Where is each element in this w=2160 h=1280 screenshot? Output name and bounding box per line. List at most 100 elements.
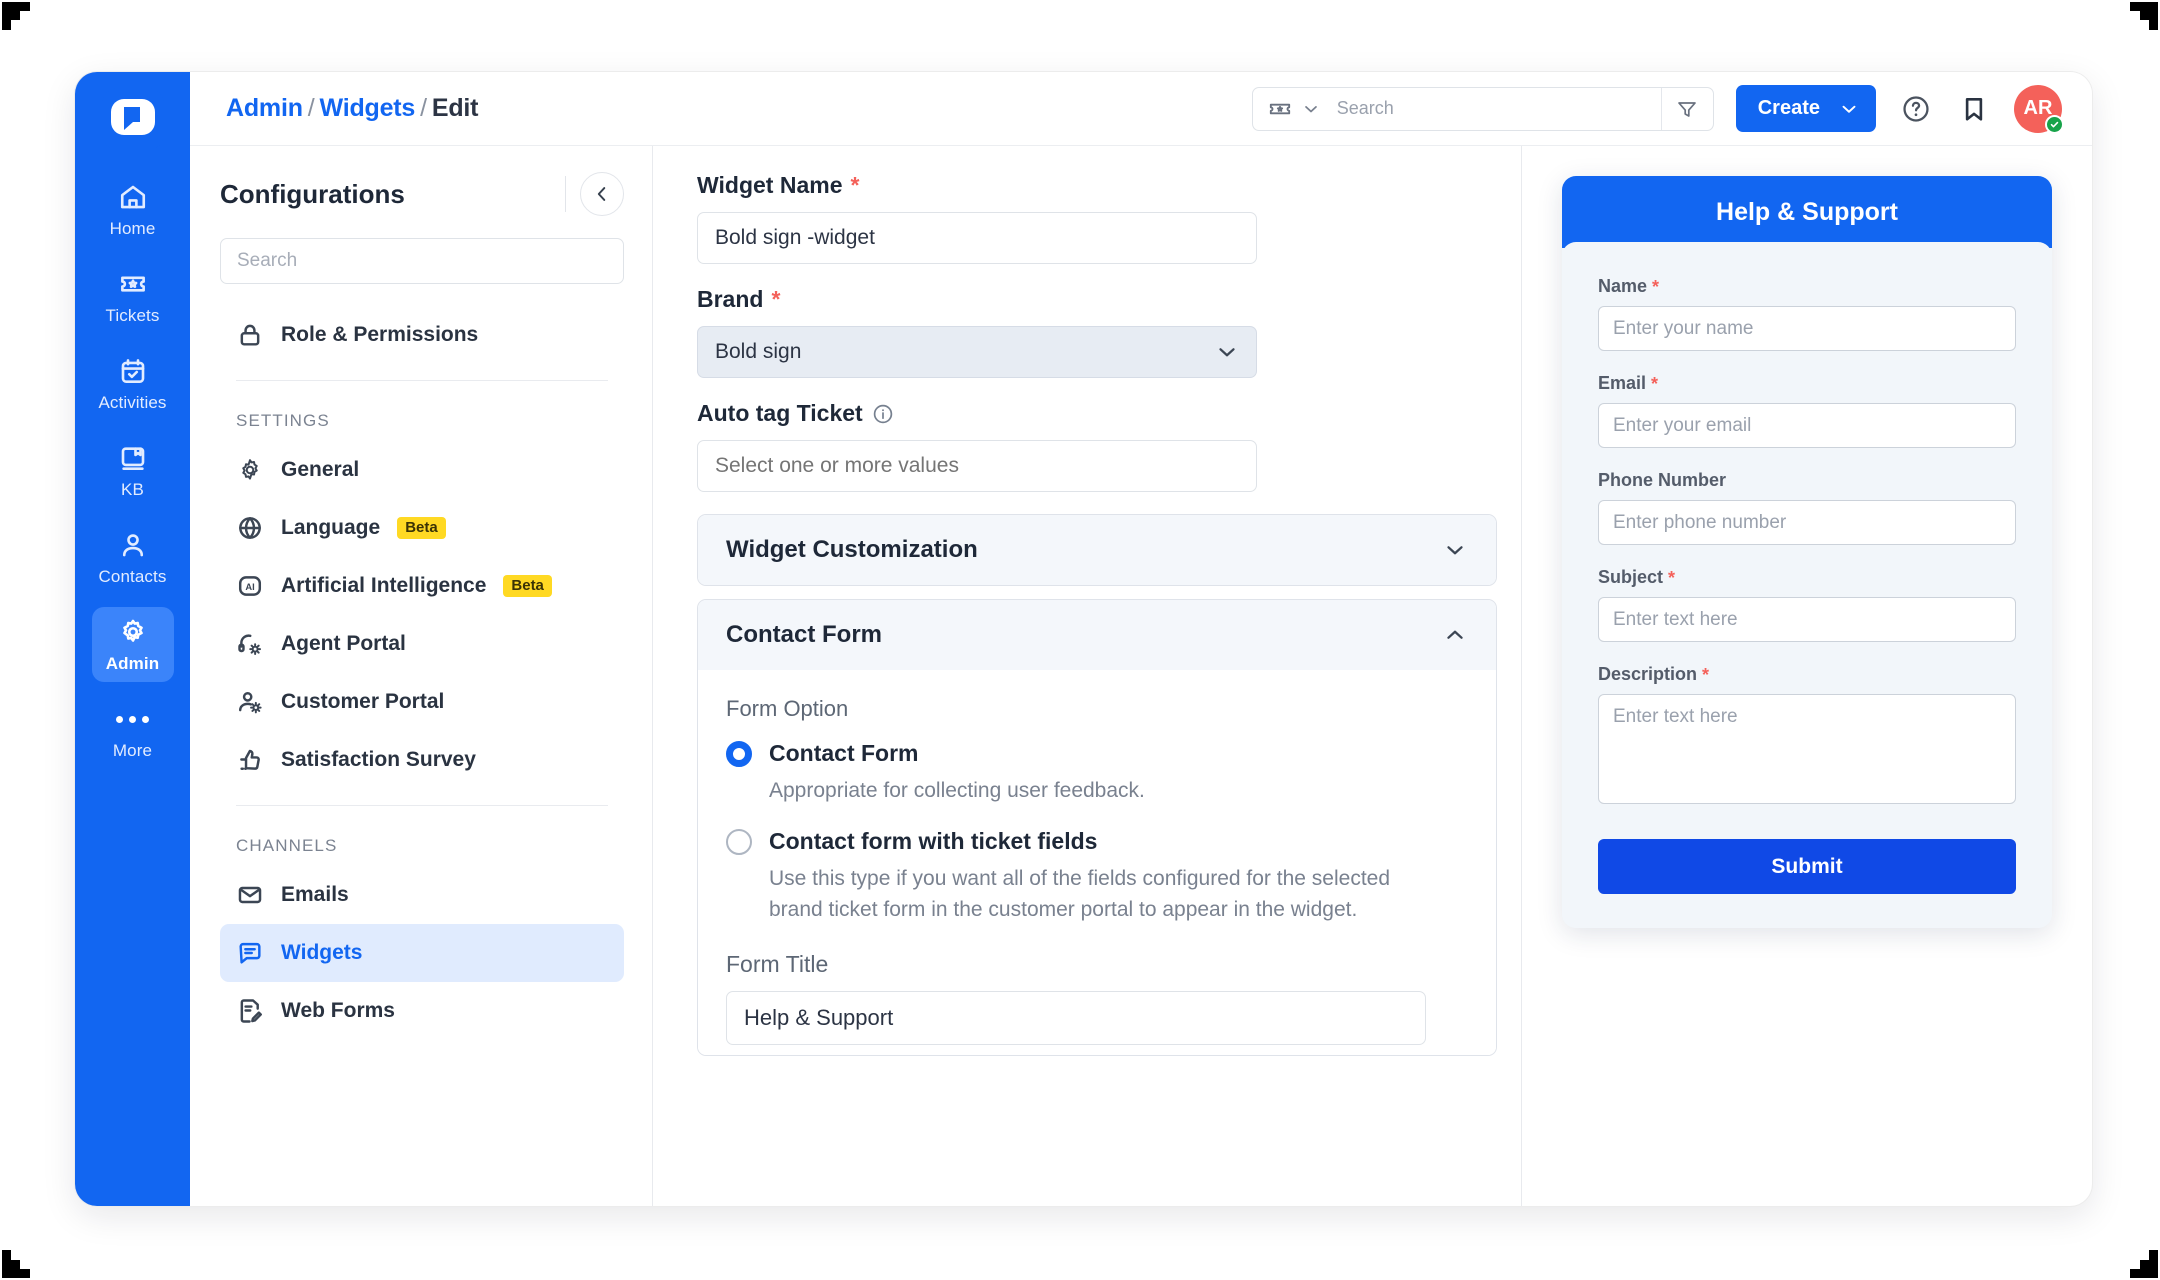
chat-widget-icon: [239, 942, 261, 964]
check-icon: [2050, 121, 2059, 127]
search-input[interactable]: [1330, 87, 1661, 130]
chevron-down-icon: [1304, 105, 1317, 112]
form-option-label: Form Option: [726, 696, 849, 721]
bookmark-icon: [1965, 97, 1983, 121]
brand-select[interactable]: Bold sign: [697, 326, 1257, 378]
content-body: Configurations Role: [190, 146, 2092, 1206]
breadcrumb-current: Edit: [431, 94, 479, 122]
preview-phone-input[interactable]: [1598, 500, 2016, 545]
avatar[interactable]: AR: [2014, 84, 2064, 134]
cfg-item-label: Satisfaction Survey: [281, 748, 476, 771]
rail-item-admin[interactable]: Admin: [91, 607, 174, 682]
required-asterisk: *: [1702, 664, 1710, 685]
radio-option-contact-form[interactable]: Contact Form: [726, 740, 1468, 767]
rail-item-home[interactable]: Home: [92, 172, 174, 247]
cfg-item-label: Widgets: [281, 941, 363, 964]
preview-name-input[interactable]: [1598, 306, 2016, 351]
rail-item-more[interactable]: More: [92, 694, 174, 769]
cfg-item-web-forms[interactable]: Web Forms: [220, 982, 624, 1040]
preview-field-label-phone: Phone Number: [1598, 470, 2016, 491]
radio-option-title: Contact form with ticket fields: [769, 828, 1098, 855]
chevron-down-icon: [1447, 546, 1463, 555]
cfg-group-title-settings: SETTINGS: [236, 411, 330, 430]
info-icon[interactable]: [871, 402, 895, 426]
configurations-title: Configurations: [220, 178, 405, 209]
preview-submit-button[interactable]: Submit: [1598, 839, 2016, 894]
form-title-input[interactable]: [726, 991, 1426, 1046]
corner-decoration-top-left: [2, 2, 48, 48]
collapse-panel-button[interactable]: [580, 172, 624, 216]
globe-icon: [239, 517, 261, 539]
cfg-item-role-permissions[interactable]: Role & Permissions: [220, 306, 624, 364]
accordion-header-contact-form[interactable]: Contact Form: [698, 600, 1496, 670]
cfg-item-customer-portal[interactable]: Customer Portal: [220, 673, 624, 731]
home-icon: [120, 185, 145, 209]
brand-select-value: Bold sign: [715, 340, 802, 363]
create-button[interactable]: Create: [1735, 85, 1876, 132]
rail-item-label: Tickets: [105, 306, 160, 325]
field-label-text: Name: [1598, 276, 1648, 296]
screenshot-stage: Home Tickets Activities KB Contacts Admi…: [0, 0, 2160, 1280]
calendar-check-icon: [121, 359, 144, 383]
thumbs-up-icon: [240, 749, 260, 770]
form-edit-icon: [240, 999, 262, 1023]
preview-description-textarea[interactable]: [1598, 694, 2016, 804]
preview-subject-input[interactable]: [1598, 597, 2016, 642]
preview-email-input[interactable]: [1598, 403, 2016, 448]
accordion-title: Widget Customization: [726, 536, 978, 563]
rail-item-tickets[interactable]: Tickets: [92, 259, 174, 334]
cfg-item-widgets[interactable]: Widgets: [220, 924, 624, 982]
widget-name-input[interactable]: [697, 212, 1257, 264]
widget-name-field-group: Widget Name *: [697, 172, 1477, 264]
rail-item-label: More: [112, 741, 153, 760]
radio-button[interactable]: [726, 828, 752, 855]
radio-option-contact-form-ticket-fields[interactable]: Contact form with ticket fields: [726, 828, 1468, 855]
top-bar: Admin / Widgets / Edit Search Create AR: [190, 72, 2092, 146]
cfg-item-satisfaction-survey[interactable]: Satisfaction Survey: [220, 731, 624, 789]
rail-item-contacts[interactable]: Contacts: [92, 520, 174, 595]
required-asterisk: *: [850, 172, 860, 198]
lock-icon: [240, 324, 260, 346]
radio-option-title: Contact Form: [769, 740, 919, 766]
book-icon: [121, 447, 144, 470]
configurations-list: Role & Permissions SETTINGS General Lang…: [220, 306, 624, 1040]
chevron-down-icon: [1842, 105, 1856, 113]
breadcrumb-widgets[interactable]: Widgets: [320, 94, 416, 122]
preview-field-label-subject: Subject *: [1598, 567, 2016, 588]
chevron-down-icon: [1219, 348, 1235, 357]
chat-bubble-logo-icon: [110, 99, 155, 135]
chevron-left-icon: [597, 187, 606, 201]
field-label-text: Phone Number: [1598, 470, 1727, 490]
corner-decoration-bottom-right: [2112, 1232, 2158, 1278]
app-window: Home Tickets Activities KB Contacts Admi…: [75, 72, 2092, 1206]
ellipsis-icon: [116, 704, 149, 734]
search-filter-button[interactable]: [1660, 87, 1713, 130]
auto-tag-input[interactable]: [697, 440, 1257, 492]
rail-item-label: Admin: [105, 654, 160, 673]
brand-label: Brand *: [697, 286, 1477, 313]
cfg-item-artificial-intelligence[interactable]: AI Artificial Intelligence Beta: [220, 557, 624, 615]
app-logo[interactable]: [101, 88, 164, 150]
cfg-item-agent-portal[interactable]: Agent Portal: [220, 615, 624, 673]
accordion-title: Contact Form: [726, 621, 882, 648]
rail-item-activities[interactable]: Activities: [92, 346, 174, 421]
cfg-item-label: General: [281, 458, 360, 481]
radio-button[interactable]: [726, 740, 752, 767]
required-asterisk: *: [771, 286, 781, 312]
required-asterisk: *: [1668, 567, 1676, 588]
cfg-item-emails[interactable]: Emails: [220, 866, 624, 924]
corner-decoration-top-right: [2112, 2, 2158, 48]
bookmark-button[interactable]: [1956, 91, 1992, 127]
svg-text:AI: AI: [245, 582, 254, 592]
help-button[interactable]: [1898, 91, 1934, 127]
search-scope-selector[interactable]: [1253, 96, 1331, 122]
preview-field-label-description: Description *: [1598, 664, 2016, 685]
field-label-text: Brand: [697, 286, 764, 312]
breadcrumb-admin[interactable]: Admin: [226, 94, 303, 122]
cfg-item-general[interactable]: General: [220, 441, 624, 499]
accordion-header-widget-customization[interactable]: Widget Customization: [698, 515, 1496, 585]
cfg-item-language[interactable]: Language Beta: [220, 499, 624, 557]
configurations-search-input[interactable]: [220, 238, 624, 284]
rail-item-kb[interactable]: KB: [92, 433, 174, 508]
beta-badge: Beta: [397, 517, 446, 539]
